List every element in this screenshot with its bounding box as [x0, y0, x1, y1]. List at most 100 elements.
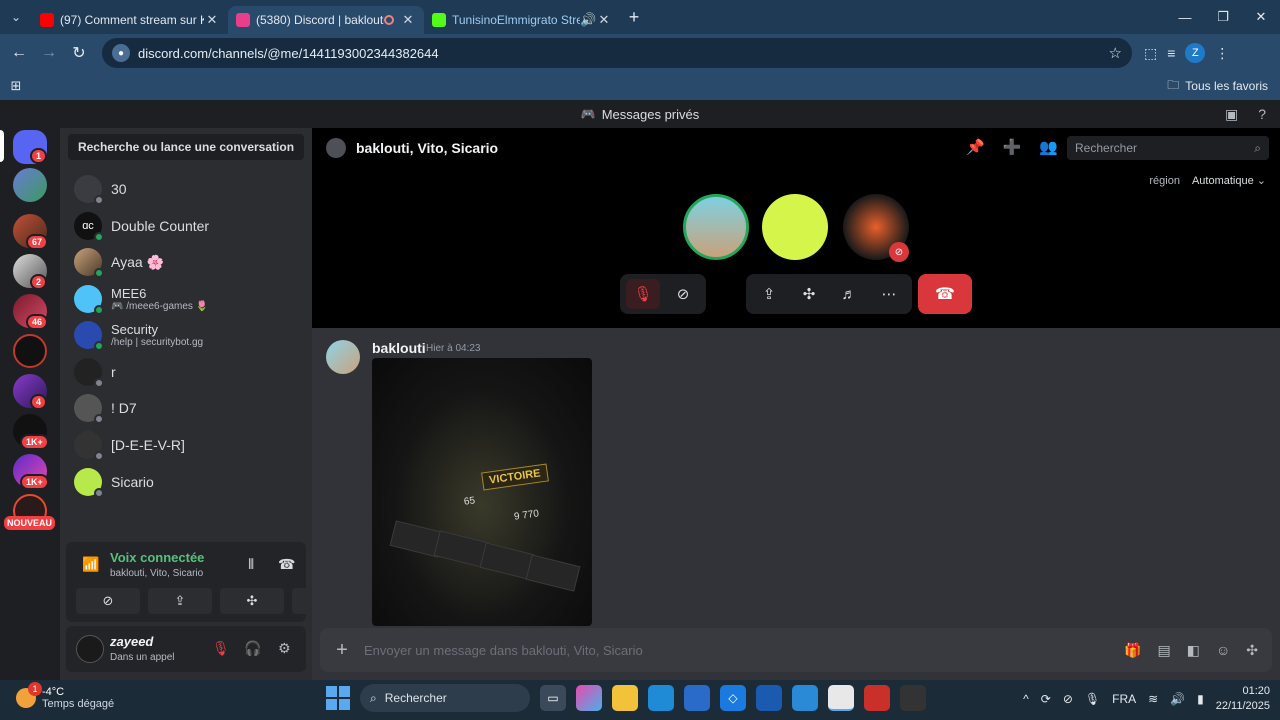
dm-item[interactable]: 30 — [74, 172, 304, 206]
activity-icon[interactable]: ✣ — [792, 279, 826, 309]
composer-placeholder[interactable]: Envoyer un message dans baklouti, Vito, … — [364, 643, 1124, 658]
dm-item[interactable]: Ayaa 🌸 — [74, 245, 304, 279]
help-icon[interactable]: ? — [1258, 106, 1266, 123]
voice-members[interactable]: baklouti, Vito, Sicario — [110, 568, 203, 579]
back-icon[interactable]: ← — [4, 44, 34, 62]
weather-widget[interactable]: 1 -4°C Temps dégagé — [16, 682, 114, 710]
dropbox-icon[interactable]: ◇ — [720, 685, 746, 711]
camera-button[interactable]: ⊘ — [76, 588, 140, 614]
region-selector[interactable]: région Automatique ⌄ — [1149, 174, 1266, 187]
add-friend-icon[interactable]: ➕ — [1003, 138, 1022, 156]
dm-item[interactable]: r — [74, 355, 304, 389]
media-control-icon[interactable]: ≡ — [1167, 45, 1175, 61]
disconnect-icon[interactable]: ☎ — [278, 556, 295, 573]
sync-icon[interactable]: ⟳ — [1041, 692, 1051, 706]
extensions-icon[interactable]: ⬚ — [1144, 45, 1157, 62]
browser-tab-kick[interactable]: (97) Comment stream sur Kick ✕ — [32, 6, 228, 34]
camera-off-icon[interactable]: ⊘ — [666, 279, 700, 309]
minimize-icon[interactable]: — — [1166, 0, 1204, 34]
voice-server-icon[interactable] — [13, 168, 47, 202]
dm-item[interactable]: Security /help | securitybot.gg — [74, 318, 304, 352]
reload-icon[interactable]: ↻ — [64, 43, 94, 63]
participant-avatar[interactable] — [683, 194, 749, 260]
channel-title[interactable]: baklouti, Vito, Sicario — [356, 140, 498, 156]
participant-avatar[interactable] — [762, 194, 828, 260]
soundboard-icon[interactable]: ♬ — [832, 279, 866, 309]
find-conversation-button[interactable]: Recherche ou lance une conversation — [68, 134, 304, 160]
message-author[interactable]: baklouti — [372, 340, 426, 356]
dm-item[interactable]: [D-E-E-V-R] — [74, 428, 304, 462]
message-image[interactable]: VICTOIRE 65 9 770 — [372, 358, 592, 626]
members-icon[interactable]: 👥 — [1039, 138, 1058, 156]
emoji-icon[interactable]: ☺ — [1216, 642, 1230, 659]
message-composer[interactable]: + Envoyer un message dans baklouti, Vito… — [320, 628, 1272, 672]
dm-item[interactable]: Sicario — [74, 465, 304, 499]
microphone-icon[interactable]: ● — [112, 44, 130, 62]
close-tab-icon[interactable]: ✕ — [596, 12, 612, 28]
more-icon[interactable]: ⋯ — [872, 279, 906, 309]
voice-status-title[interactable]: Voix connectée — [110, 550, 204, 565]
inbox-icon[interactable]: ▣ — [1225, 106, 1238, 123]
deafen-icon[interactable]: 🎧 — [244, 640, 261, 657]
dm-item[interactable]: ɑc Double Counter — [74, 209, 304, 243]
restore-icon[interactable]: ❐ — [1204, 0, 1242, 34]
speaker-icon[interactable]: 🔊 — [580, 12, 596, 28]
user-avatar[interactable] — [76, 635, 104, 663]
address-bar[interactable]: ● discord.com/channels/@me/1441193002344… — [102, 38, 1132, 68]
edge-icon[interactable] — [648, 685, 674, 711]
url-text[interactable]: discord.com/channels/@me/144119300234438… — [138, 46, 1109, 61]
message-avatar[interactable] — [326, 340, 360, 374]
gift-icon[interactable]: 🎁 — [1124, 642, 1141, 659]
store-icon[interactable] — [684, 685, 710, 711]
forward-icon[interactable]: → — [34, 44, 64, 62]
signal-icon[interactable]: 📶 — [82, 556, 99, 573]
chrome-icon[interactable] — [828, 685, 854, 711]
dm-item[interactable]: MEE6 🎮 /meee6-games 🌷 — [74, 282, 304, 316]
bookmark-star-icon[interactable]: ☆ — [1109, 44, 1122, 62]
apps-icon[interactable]: ✣ — [1246, 642, 1258, 659]
mic-muted-icon[interactable]: 🎙 — [212, 640, 230, 657]
server-icon[interactable] — [13, 334, 47, 368]
taskbar-search[interactable]: ⌕ Rechercher — [360, 684, 530, 712]
close-tab-icon[interactable]: ✕ — [400, 12, 416, 28]
activity-button[interactable]: ✣ — [220, 588, 284, 614]
dm-item[interactable]: ! D7 — [74, 391, 304, 425]
chevron-up-icon[interactable]: ^ — [1023, 692, 1029, 706]
apps-grid-icon[interactable]: ⊞ — [0, 78, 32, 94]
obs-icon[interactable] — [900, 685, 926, 711]
outlook-icon[interactable] — [792, 685, 818, 711]
gif-icon[interactable]: ▤ — [1158, 642, 1171, 659]
pin-icon[interactable]: 📌 — [966, 138, 985, 156]
new-tab-button[interactable]: + — [620, 7, 648, 28]
close-tab-icon[interactable]: ✕ — [204, 12, 220, 28]
noise-suppression-icon[interactable]: ⦀ — [248, 556, 254, 573]
attach-plus-icon[interactable]: + — [320, 639, 364, 662]
task-view-icon[interactable]: ▭ — [540, 685, 566, 711]
mic-icon[interactable]: 🎙 — [1085, 692, 1100, 706]
sticker-icon[interactable]: ◧ — [1187, 642, 1200, 659]
username[interactable]: zayeed — [110, 634, 153, 649]
wifi-icon[interactable]: ≋ — [1148, 692, 1158, 706]
battery-icon[interactable]: ▮ — [1197, 692, 1204, 706]
browser-tab-kick-stream[interactable]: TunisinoElmmigrato Stream 🔊 ✕ — [424, 6, 620, 34]
app-icon[interactable] — [756, 685, 782, 711]
network-off-icon[interactable]: ⊘ — [1063, 692, 1073, 706]
search-input[interactable]: Rechercher ⌕ — [1067, 136, 1269, 160]
settings-gear-icon[interactable]: ⚙ — [278, 640, 291, 657]
volume-icon[interactable]: 🔊 — [1170, 692, 1185, 706]
browser-tab-discord[interactable]: (5380) Discord | baklouti, Vi ✕ — [228, 6, 424, 34]
close-window-icon[interactable]: ✕ — [1242, 0, 1280, 34]
screen-share-icon[interactable]: ⇪ — [752, 279, 786, 309]
profile-avatar[interactable]: Z — [1185, 43, 1206, 63]
app-icon[interactable] — [864, 685, 890, 711]
screen-share-button[interactable]: ⇪ — [148, 588, 212, 614]
clock[interactable]: 01:20 22/11/2025 — [1216, 684, 1270, 714]
language-indicator[interactable]: FRA — [1112, 692, 1136, 706]
hang-up-button[interactable]: ☎ — [918, 274, 972, 314]
mic-muted-icon[interactable]: 🎙 — [626, 279, 660, 309]
file-explorer-icon[interactable] — [612, 685, 638, 711]
menu-icon[interactable]: ⋮ — [1215, 45, 1229, 62]
start-button[interactable] — [326, 686, 350, 710]
copilot-icon[interactable] — [576, 685, 602, 711]
tab-search-icon[interactable]: ⌄ — [0, 0, 32, 34]
